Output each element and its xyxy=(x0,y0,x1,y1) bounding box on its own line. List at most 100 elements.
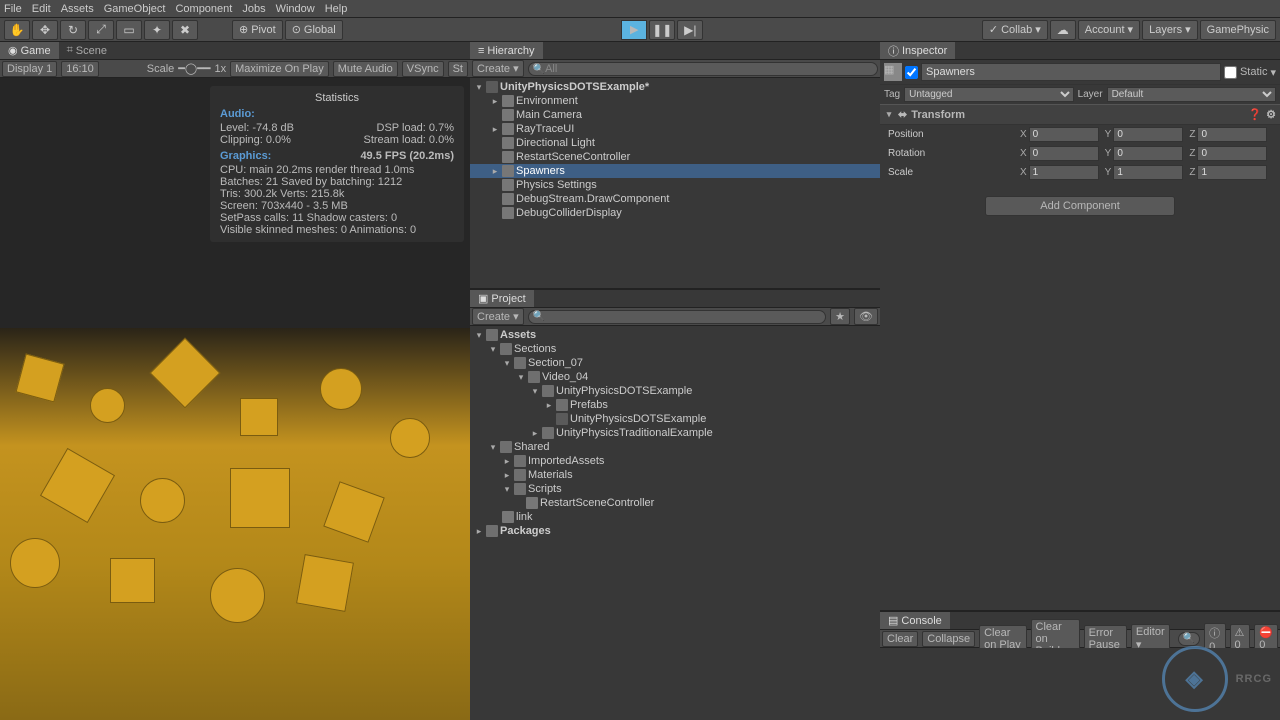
mute-toggle[interactable]: Mute Audio xyxy=(333,61,398,77)
project-item[interactable]: ImportedAssets xyxy=(528,455,604,467)
menu-edit[interactable]: Edit xyxy=(32,3,51,15)
hierarchy-item[interactable]: DebugStream.DrawComponent xyxy=(516,193,669,205)
component-menu-icon[interactable]: ⚙ xyxy=(1266,108,1276,121)
project-favorite[interactable]: ★ xyxy=(830,308,850,325)
static-checkbox[interactable] xyxy=(1224,66,1237,79)
position-x-field[interactable] xyxy=(1029,127,1099,142)
menu-file[interactable]: File xyxy=(4,3,22,15)
layers-dropdown[interactable]: Layers▾ xyxy=(1142,20,1198,40)
tab-inspector[interactable]: ⓘ Inspector xyxy=(880,42,955,59)
foldout-icon[interactable]: ▾ xyxy=(884,109,894,120)
game-view[interactable]: Statistics Audio: Level: -74.8 dBDSP loa… xyxy=(0,78,470,720)
menu-jobs[interactable]: Jobs xyxy=(242,3,265,15)
project-item[interactable]: link xyxy=(516,511,533,523)
foldout-icon[interactable]: ▾ xyxy=(488,442,498,453)
project-item[interactable]: UnityPhysicsTraditionalExample xyxy=(556,427,713,439)
position-z-field[interactable] xyxy=(1197,127,1267,142)
display-dropdown[interactable]: Display 1 xyxy=(2,61,57,77)
project-item[interactable]: UnityPhysicsDOTSExample xyxy=(556,385,692,397)
add-component-button[interactable]: Add Component xyxy=(985,196,1175,216)
hierarchy-item[interactable]: Physics Settings xyxy=(516,179,597,191)
console-search[interactable]: 🔍 xyxy=(1178,632,1200,646)
foldout-icon[interactable]: ▸ xyxy=(474,526,484,537)
console-clear[interactable]: Clear xyxy=(882,631,918,647)
rotation-y-field[interactable] xyxy=(1113,146,1183,161)
project-search[interactable]: 🔍 xyxy=(528,310,827,324)
project-item[interactable]: Materials xyxy=(528,469,573,481)
hierarchy-item[interactable]: Directional Light xyxy=(516,137,595,149)
foldout-icon[interactable]: ▾ xyxy=(474,330,484,341)
foldout-icon[interactable]: ▾ xyxy=(530,386,540,397)
foldout-icon[interactable]: ▸ xyxy=(490,96,500,107)
move-tool[interactable]: ✥ xyxy=(32,20,58,40)
tab-hierarchy[interactable]: ≡ Hierarchy xyxy=(470,42,543,59)
foldout-icon[interactable]: ▾ xyxy=(474,82,484,93)
project-item[interactable]: RestartSceneController xyxy=(540,497,654,509)
object-name-field[interactable] xyxy=(921,63,1221,81)
foldout-icon[interactable]: ▸ xyxy=(490,166,500,177)
project-hidden[interactable]: 👁 xyxy=(854,308,878,325)
foldout-icon[interactable]: ▸ xyxy=(502,456,512,467)
tab-game[interactable]: ◉Game xyxy=(0,42,59,59)
foldout-icon[interactable]: ▸ xyxy=(530,428,540,439)
foldout-icon[interactable]: ▸ xyxy=(490,124,500,135)
scale-x-field[interactable] xyxy=(1029,165,1099,180)
cloud-button[interactable]: ☁ xyxy=(1050,20,1076,40)
hierarchy-item[interactable]: Main Camera xyxy=(516,109,582,121)
scale-tool[interactable]: ⤢ xyxy=(88,20,114,40)
hierarchy-create[interactable]: Create ▾ xyxy=(472,60,524,77)
scale-slider[interactable]: ━◯━━ xyxy=(178,62,210,75)
project-item[interactable]: Shared xyxy=(514,441,549,453)
scale-y-field[interactable] xyxy=(1113,165,1183,180)
vsync-toggle[interactable]: VSync xyxy=(402,61,444,77)
foldout-icon[interactable]: ▾ xyxy=(488,344,498,355)
project-item[interactable]: Prefabs xyxy=(570,399,608,411)
layer-dropdown[interactable]: Default xyxy=(1107,87,1276,102)
hierarchy-item[interactable]: RestartSceneController xyxy=(516,151,630,163)
foldout-icon[interactable]: ▸ xyxy=(544,400,554,411)
rotation-z-field[interactable] xyxy=(1197,146,1267,161)
step-button[interactable]: ▶| xyxy=(677,20,703,40)
menu-assets[interactable]: Assets xyxy=(61,3,94,15)
pivot-toggle[interactable]: ⊕Pivot xyxy=(232,20,283,40)
foldout-icon[interactable]: ▸ xyxy=(502,470,512,481)
global-toggle[interactable]: ⊙Global xyxy=(285,20,343,40)
aspect-dropdown[interactable]: 16:10 xyxy=(61,61,99,77)
project-create[interactable]: Create ▾ xyxy=(472,308,524,325)
custom-tool[interactable]: ✖ xyxy=(172,20,198,40)
collab-dropdown[interactable]: ✓Collab▾ xyxy=(982,20,1048,40)
foldout-icon[interactable]: ▾ xyxy=(502,358,512,369)
project-item[interactable]: UnityPhysicsDOTSExample xyxy=(570,413,706,425)
tag-dropdown[interactable]: Untagged xyxy=(904,87,1073,102)
foldout-icon[interactable]: ▾ xyxy=(516,372,526,383)
tab-console[interactable]: ▤ Console xyxy=(880,612,950,629)
hierarchy-item[interactable]: DebugColliderDisplay xyxy=(516,207,622,219)
hand-tool[interactable]: ✋ xyxy=(4,20,30,40)
menu-gameobject[interactable]: GameObject xyxy=(104,3,166,15)
play-button[interactable]: ▶ xyxy=(621,20,647,40)
rect-tool[interactable]: ▭ xyxy=(116,20,142,40)
scale-z-field[interactable] xyxy=(1197,165,1267,180)
project-item[interactable]: Packages xyxy=(500,525,551,537)
menu-component[interactable]: Component xyxy=(175,3,232,15)
pause-button[interactable]: ❚❚ xyxy=(649,20,675,40)
scene-name[interactable]: UnityPhysicsDOTSExample* xyxy=(500,81,649,93)
project-item[interactable]: Sections xyxy=(514,343,556,355)
position-y-field[interactable] xyxy=(1113,127,1183,142)
project-item[interactable]: Scripts xyxy=(528,483,562,495)
hierarchy-item[interactable]: Environment xyxy=(516,95,578,107)
tab-project[interactable]: ▣ Project xyxy=(470,290,534,307)
foldout-icon[interactable]: ▾ xyxy=(502,484,512,495)
rotate-tool[interactable]: ↻ xyxy=(60,20,86,40)
menu-help[interactable]: Help xyxy=(325,3,348,15)
component-help-icon[interactable]: ❓ xyxy=(1248,108,1262,121)
layout-dropdown[interactable]: GamePhysic xyxy=(1200,20,1276,40)
transform-tool[interactable]: ✦ xyxy=(144,20,170,40)
tab-scene[interactable]: ⌗Scene xyxy=(59,42,115,59)
stats-toggle[interactable]: St xyxy=(448,61,468,77)
project-item[interactable]: Section_07 xyxy=(528,357,583,369)
menu-window[interactable]: Window xyxy=(276,3,315,15)
active-checkbox[interactable] xyxy=(905,66,918,79)
maximize-toggle[interactable]: Maximize On Play xyxy=(230,61,329,77)
hierarchy-search[interactable]: 🔍All xyxy=(528,62,878,76)
